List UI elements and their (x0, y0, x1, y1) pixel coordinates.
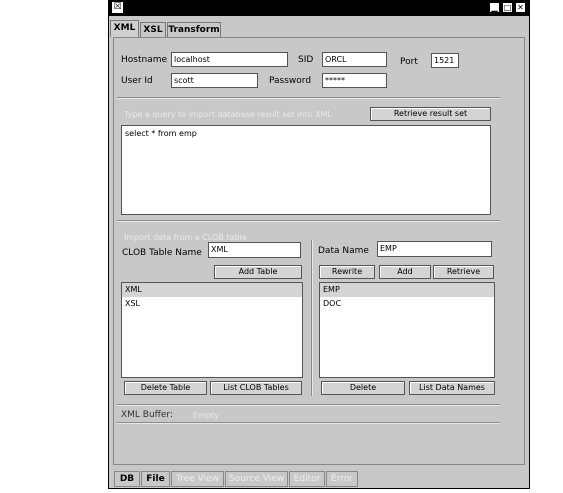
port-label: Port (400, 57, 418, 67)
clob-table-name-label: CLOB Table Name (122, 248, 202, 258)
xml-buffer-value: Empty (193, 411, 219, 420)
hostname-field[interactable]: localhost (171, 52, 288, 67)
data-name-label: Data Name (318, 246, 369, 256)
list-item[interactable]: XSL (122, 297, 302, 311)
clob-table-name-field[interactable]: XML (208, 242, 301, 258)
userid-field[interactable]: scott (171, 73, 258, 88)
list-item[interactable]: EMP (320, 283, 494, 297)
separator (117, 422, 500, 424)
tab-file[interactable]: File (141, 471, 170, 487)
separator (117, 220, 500, 222)
section-divider (311, 240, 313, 396)
tab-tree-view[interactable]: Tree View (171, 471, 224, 487)
tab-xml[interactable]: XML (110, 20, 139, 37)
tab-transform[interactable]: Transform (167, 22, 221, 37)
separator (117, 404, 500, 406)
add-table-button[interactable]: Add Table (214, 265, 302, 279)
clob-table-list[interactable]: XML XSL (121, 282, 303, 378)
minimize-button[interactable]: ▁ (489, 2, 500, 13)
sid-field[interactable]: ORCL (322, 52, 387, 67)
password-field[interactable]: ***** (322, 73, 387, 88)
sid-label: SID (298, 55, 314, 65)
maximize-button[interactable]: □ (502, 2, 513, 13)
delete-table-button[interactable]: Delete Table (124, 381, 207, 395)
add-button[interactable]: Add (379, 265, 431, 279)
hostname-label: Hostname (121, 55, 168, 65)
data-name-list[interactable]: EMP DOC (319, 282, 495, 378)
tab-xsl[interactable]: XSL (140, 22, 166, 37)
tab-error[interactable]: Error (326, 471, 358, 487)
close-button[interactable]: ✕ (515, 2, 526, 13)
tab-editor[interactable]: Editor (289, 471, 325, 487)
retrieve-button[interactable]: Retrieve (433, 265, 494, 279)
tab-db[interactable]: DB (114, 471, 140, 487)
password-label: Password (269, 76, 312, 86)
retrieve-result-set-button[interactable]: Retrieve result set (370, 107, 491, 121)
xml-buffer-label: XML Buffer: (121, 410, 173, 420)
list-data-names-button[interactable]: List Data Names (409, 381, 495, 395)
separator (117, 97, 500, 99)
list-item[interactable]: DOC (320, 297, 494, 311)
rewrite-button[interactable]: Rewrite (319, 265, 375, 279)
userid-label: User Id (121, 76, 153, 86)
delete-button[interactable]: Delete (321, 381, 405, 395)
title-bar[interactable] (108, 0, 530, 16)
port-field[interactable]: 1521 (431, 53, 459, 68)
app-menu-icon[interactable]: ☒ (111, 1, 124, 14)
data-name-field[interactable]: EMP (377, 241, 492, 257)
query-textarea[interactable]: select * from emp (121, 125, 491, 215)
list-item[interactable]: XML (122, 283, 302, 297)
tab-source-view[interactable]: Source View (225, 471, 288, 487)
list-clob-tables-button[interactable]: List CLOB Tables (210, 381, 302, 395)
query-hint: Type a query to import database result s… (124, 110, 332, 119)
